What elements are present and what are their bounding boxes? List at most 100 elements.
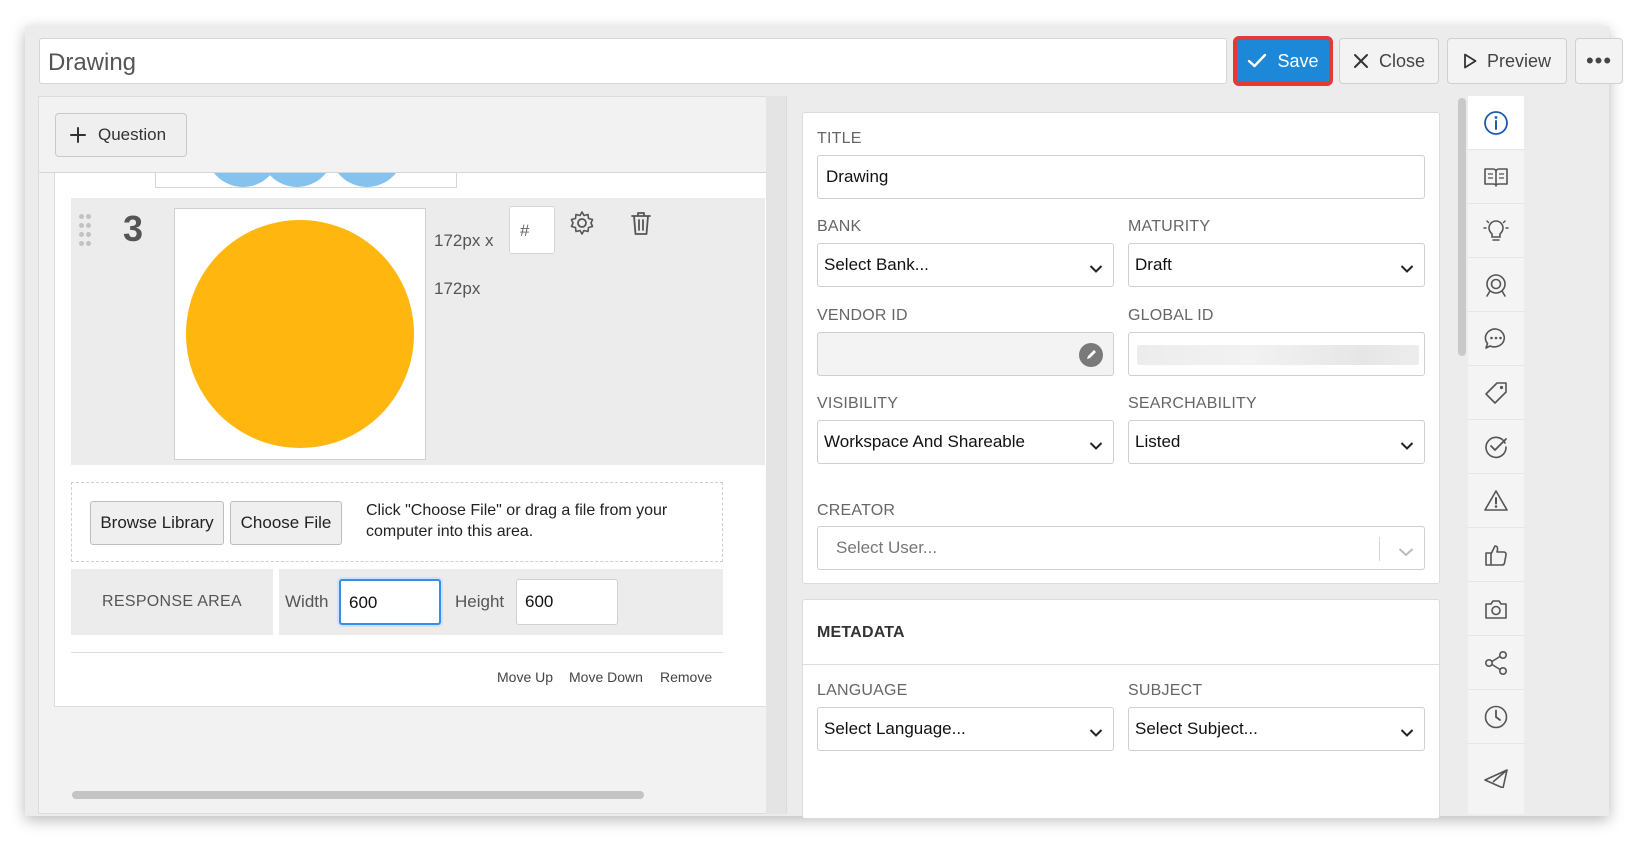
trash-icon[interactable] bbox=[629, 210, 653, 241]
gear-icon[interactable] bbox=[569, 210, 595, 241]
title-input[interactable]: Drawing bbox=[39, 38, 1227, 84]
chevron-down-icon bbox=[1400, 436, 1414, 456]
actions-divider bbox=[71, 652, 723, 653]
list-item: 3 172px x 172px # bbox=[71, 198, 765, 465]
book-icon[interactable] bbox=[1468, 150, 1524, 204]
question-editor-panel: Question 3 172px x 172px # Browse Librar… bbox=[38, 96, 796, 814]
info-icon[interactable] bbox=[1468, 96, 1524, 150]
editor-window: Drawing Save Close Preview ••• Question bbox=[25, 26, 1623, 819]
lightbulb-icon[interactable] bbox=[1468, 204, 1524, 258]
vendor-id-field[interactable] bbox=[817, 332, 1114, 376]
send-icon[interactable] bbox=[1468, 744, 1524, 788]
visibility-select[interactable]: Workspace And Shareable bbox=[817, 420, 1114, 464]
sun-image bbox=[186, 220, 414, 448]
move-down-link[interactable]: Move Down bbox=[569, 669, 643, 685]
horizontal-scrollbar[interactable] bbox=[72, 791, 644, 799]
subject-select-value: Select Subject... bbox=[1135, 719, 1258, 738]
height-label: Height bbox=[455, 592, 505, 611]
chevron-down-icon bbox=[1400, 259, 1414, 279]
item-number: 3 bbox=[123, 208, 144, 249]
global-id-field bbox=[1128, 332, 1425, 376]
add-question-label: Question bbox=[98, 125, 167, 144]
share-icon[interactable] bbox=[1468, 636, 1524, 690]
title-label: TITLE bbox=[817, 130, 862, 147]
camera-icon[interactable] bbox=[1468, 582, 1524, 636]
tag-icon[interactable] bbox=[1468, 366, 1524, 420]
width-input[interactable]: 600 bbox=[339, 579, 441, 625]
browse-library-button[interactable]: Browse Library bbox=[90, 501, 224, 545]
remove-link[interactable]: Remove bbox=[660, 669, 712, 685]
chevron-down-icon bbox=[1089, 723, 1103, 743]
item-list: 3 172px x 172px # Browse Library Choose … bbox=[54, 173, 780, 799]
title-field[interactable]: Drawing bbox=[817, 155, 1425, 199]
properties-panel: TITLE Drawing BANK Select Bank... MATURI… bbox=[786, 96, 1458, 819]
dropzone-hint: Click "Choose File" or drag a file from … bbox=[366, 502, 668, 540]
response-area-fields: Width 600 Height 600 bbox=[279, 569, 723, 635]
drag-handle-icon[interactable] bbox=[79, 214, 93, 246]
add-question-button[interactable]: Question bbox=[55, 113, 187, 157]
save-button[interactable]: Save bbox=[1233, 36, 1333, 86]
close-button[interactable]: Close bbox=[1339, 38, 1439, 84]
creator-placeholder: Select User... bbox=[836, 538, 938, 557]
more-options-button[interactable]: ••• bbox=[1575, 38, 1623, 84]
image-dimensions: 172px x 172px bbox=[434, 217, 506, 313]
item-image[interactable] bbox=[174, 208, 426, 460]
global-id-redacted bbox=[1137, 345, 1419, 365]
metadata-card: METADATA LANGUAGE Select Language... SUB… bbox=[802, 599, 1440, 819]
image-dimensions-line1: 172px x bbox=[434, 231, 494, 250]
visibility-select-value: Workspace And Shareable bbox=[824, 432, 1025, 451]
vendor-id-label: VENDOR ID bbox=[817, 307, 908, 324]
properties-scrollbar[interactable] bbox=[1458, 98, 1466, 356]
language-select-value: Select Language... bbox=[824, 719, 966, 738]
side-icon-rail bbox=[1468, 96, 1524, 814]
bank-label: BANK bbox=[817, 218, 862, 235]
chevron-down-icon bbox=[1400, 723, 1414, 743]
bank-select-value: Select Bank... bbox=[824, 255, 929, 274]
file-dropzone[interactable]: Browse Library Choose File Click "Choose… bbox=[71, 482, 723, 562]
more-icon: ••• bbox=[1585, 48, 1613, 73]
choose-file-button[interactable]: Choose File bbox=[230, 501, 342, 545]
global-id-label: GLOBAL ID bbox=[1128, 307, 1214, 324]
comment-icon[interactable] bbox=[1468, 312, 1524, 366]
plus-icon bbox=[70, 127, 86, 143]
creator-select[interactable]: Select User... bbox=[817, 526, 1425, 570]
creator-select-divider bbox=[1379, 537, 1380, 561]
subject-select[interactable]: Select Subject... bbox=[1128, 707, 1425, 751]
general-properties-card: TITLE Drawing BANK Select Bank... MATURI… bbox=[802, 112, 1440, 584]
clock-icon[interactable] bbox=[1468, 690, 1524, 744]
save-label: Save bbox=[1277, 50, 1319, 71]
language-select[interactable]: Select Language... bbox=[817, 707, 1114, 751]
metadata-title: METADATA bbox=[817, 624, 905, 641]
image-dimensions-line2: 172px bbox=[434, 279, 481, 298]
maturity-select[interactable]: Draft bbox=[1128, 243, 1425, 287]
searchability-select[interactable]: Listed bbox=[1128, 420, 1425, 464]
pencil-icon[interactable] bbox=[1079, 343, 1103, 367]
chevron-down-icon bbox=[1089, 259, 1103, 279]
thumbs-up-icon[interactable] bbox=[1468, 528, 1524, 582]
previous-item-image bbox=[155, 173, 457, 188]
target-icon[interactable] bbox=[1468, 258, 1524, 312]
searchability-select-value: Listed bbox=[1135, 432, 1181, 451]
maturity-select-value: Draft bbox=[1135, 255, 1172, 274]
panel-divider bbox=[766, 96, 786, 814]
preview-button[interactable]: Preview bbox=[1447, 38, 1567, 84]
chevron-down-icon bbox=[1398, 542, 1414, 562]
close-label: Close bbox=[1378, 50, 1426, 71]
checkmark-icon bbox=[1247, 53, 1267, 69]
move-up-link[interactable]: Move Up bbox=[497, 669, 553, 685]
item-number-input[interactable]: # bbox=[509, 206, 555, 254]
language-label: LANGUAGE bbox=[817, 682, 908, 699]
visibility-label: VISIBILITY bbox=[817, 395, 899, 412]
width-label: Width bbox=[285, 592, 329, 611]
metadata-divider bbox=[803, 664, 1439, 665]
height-input[interactable]: 600 bbox=[516, 579, 618, 625]
warning-icon[interactable] bbox=[1468, 474, 1524, 528]
check-circle-icon[interactable] bbox=[1468, 420, 1524, 474]
creator-label: CREATOR bbox=[817, 502, 896, 519]
play-icon bbox=[1463, 53, 1477, 69]
chevron-down-icon bbox=[1089, 436, 1103, 456]
searchability-label: SEARCHABILITY bbox=[1128, 395, 1257, 412]
response-area-label: RESPONSE AREA bbox=[71, 569, 273, 635]
bank-select[interactable]: Select Bank... bbox=[817, 243, 1114, 287]
close-icon bbox=[1353, 53, 1369, 69]
